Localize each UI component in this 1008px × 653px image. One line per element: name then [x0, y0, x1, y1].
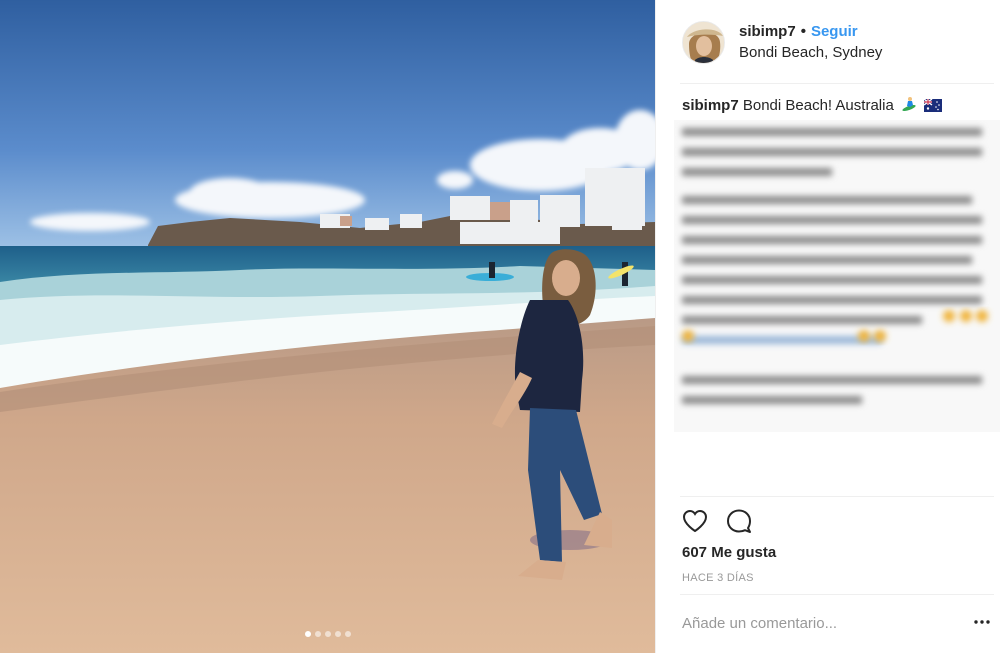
instagram-post: sibimp7 • Seguir Bondi Beach, Sydney sib…	[0, 0, 1008, 653]
caption-username[interactable]: sibimp7	[682, 97, 739, 114]
header-divider	[680, 83, 994, 84]
comment-divider	[680, 594, 994, 595]
location-link[interactable]: Bondi Beach, Sydney	[739, 44, 882, 61]
carousel-dot-1[interactable]	[304, 631, 311, 637]
avatar[interactable]	[682, 20, 725, 64]
carousel-dot-3[interactable]	[324, 631, 331, 637]
post-side-panel: sibimp7 • Seguir Bondi Beach, Sydney sib…	[655, 0, 1008, 653]
post-header: sibimp7 • Seguir Bondi Beach, Sydney	[656, 0, 1008, 84]
ellipsis-icon	[974, 620, 990, 624]
more-options-button[interactable]	[972, 612, 992, 632]
username-link[interactable]: sibimp7	[739, 23, 796, 40]
comment-input[interactable]	[682, 606, 952, 640]
header-separator: •	[800, 23, 806, 40]
like-button[interactable]	[680, 506, 710, 536]
caption-text: Bondi Beach! Australia	[742, 97, 894, 114]
comment-icon	[727, 509, 751, 533]
australia-flag-emoji-icon	[923, 98, 943, 118]
follow-button[interactable]: Seguir	[811, 23, 858, 40]
blurred-comments-area	[674, 120, 1000, 432]
caption: sibimp7 Bondi Beach! Australia	[682, 96, 994, 118]
carousel-dot-2[interactable]	[314, 631, 321, 637]
post-timestamp[interactable]: HACE 3 DÍAS	[682, 572, 754, 584]
carousel-indicator	[0, 631, 655, 637]
comment-button[interactable]	[724, 506, 754, 536]
carousel-dot-5[interactable]	[344, 631, 351, 637]
surfer-emoji-icon	[901, 96, 917, 118]
action-bar	[680, 506, 754, 536]
like-count[interactable]: 607 Me gusta	[682, 544, 776, 561]
avatar-image	[683, 21, 724, 63]
heart-icon	[682, 509, 708, 533]
carousel-dot-4[interactable]	[334, 631, 341, 637]
actions-divider	[680, 496, 994, 497]
beach-photo-image	[0, 0, 655, 653]
post-photo[interactable]	[0, 0, 655, 653]
